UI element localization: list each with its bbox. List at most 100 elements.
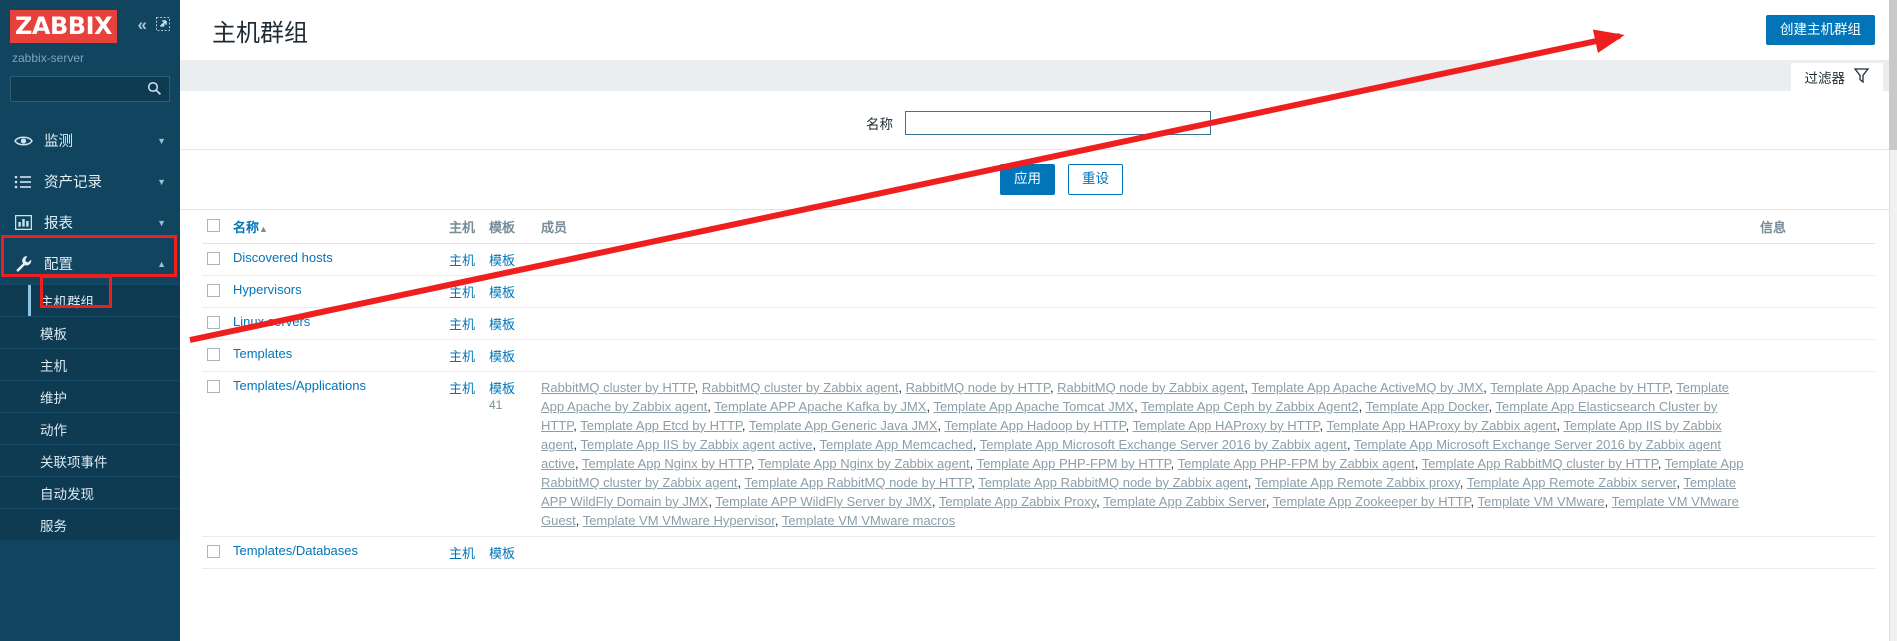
- sidebar-search: [0, 65, 180, 102]
- row-checkbox[interactable]: [207, 251, 220, 265]
- filter-panel: 名称 应用 重设: [180, 91, 1897, 210]
- member-template-link[interactable]: Template App Apache by HTTP: [1490, 380, 1669, 395]
- templates-link[interactable]: 模板: [489, 546, 515, 561]
- member-template-link[interactable]: Template APP Apache Kafka by JMX: [714, 399, 926, 414]
- member-template-link[interactable]: Template App Zabbix Proxy: [939, 494, 1096, 509]
- sidebar-item-maintenance[interactable]: 维护: [0, 380, 180, 412]
- member-template-link[interactable]: Template App Ceph by Zabbix Agent2: [1141, 399, 1359, 414]
- row-checkbox[interactable]: [207, 315, 220, 329]
- host-group-name-link[interactable]: Discovered hosts: [233, 250, 333, 265]
- templates-link[interactable]: 模板: [489, 285, 515, 300]
- info-cell: [1755, 307, 1875, 340]
- member-template-link[interactable]: Template App Microsoft Exchange Server 2…: [980, 437, 1347, 452]
- hosts-link[interactable]: 主机: [449, 253, 475, 268]
- member-template-link[interactable]: Template App Apache ActiveMQ by JMX: [1251, 380, 1483, 395]
- host-group-name-link[interactable]: Hypervisors: [233, 282, 302, 297]
- filter-name-label: 名称: [866, 117, 893, 132]
- host-group-name-link[interactable]: Linux servers: [233, 314, 310, 329]
- templates-link[interactable]: 模板: [489, 349, 515, 364]
- templates-link[interactable]: 模板: [489, 317, 515, 332]
- member-template-link[interactable]: Template App Memcached: [820, 437, 973, 452]
- row-checkbox[interactable]: [207, 283, 220, 297]
- sidebar-item-host-groups[interactable]: 主机群组: [0, 284, 180, 316]
- select-all-checkbox[interactable]: [207, 218, 220, 232]
- reset-filter-button[interactable]: 重设: [1068, 164, 1123, 195]
- sidebar-item-actions[interactable]: 动作: [0, 412, 180, 444]
- member-template-link[interactable]: Template App Zookeeper by HTTP: [1273, 494, 1471, 509]
- table-header-row: 名称▲ 主机 模板 成员 信息: [202, 209, 1875, 244]
- vertical-scrollbar[interactable]: [1889, 0, 1897, 641]
- row-checkbox[interactable]: [207, 379, 220, 393]
- row-checkbox[interactable]: [207, 347, 220, 361]
- member-template-link[interactable]: Template App RabbitMQ cluster by HTTP: [1422, 456, 1658, 471]
- apply-filter-button[interactable]: 应用: [1000, 164, 1055, 195]
- sidebar-item-reports[interactable]: 报表 ▼: [0, 202, 180, 243]
- sidebar-item-monitoring[interactable]: 监测 ▼: [0, 120, 180, 161]
- hosts-link[interactable]: 主机: [449, 381, 475, 396]
- member-template-link[interactable]: Template App Nginx by Zabbix agent: [758, 456, 970, 471]
- member-template-link[interactable]: Template App RabbitMQ node by HTTP: [745, 475, 972, 490]
- host-group-name-link[interactable]: Templates/Databases: [233, 543, 358, 558]
- member-template-link[interactable]: RabbitMQ node by Zabbix agent: [1057, 380, 1244, 395]
- info-cell: [1755, 339, 1875, 372]
- member-template-link[interactable]: Template App Hadoop by HTTP: [944, 418, 1125, 433]
- search-icon[interactable]: [147, 81, 162, 99]
- collapse-expand-icon[interactable]: [156, 16, 170, 33]
- member-template-link[interactable]: Template App IIS by Zabbix agent active: [581, 437, 813, 452]
- member-template-link[interactable]: Template App PHP-FPM by HTTP: [977, 456, 1171, 471]
- member-template-link[interactable]: Template App HAProxy by Zabbix agent: [1327, 418, 1557, 433]
- sidebar-item-templates[interactable]: 模板: [0, 316, 180, 348]
- scrollbar-thumb[interactable]: [1889, 0, 1897, 150]
- zabbix-logo[interactable]: ZABBIX: [10, 10, 117, 43]
- hosts-link[interactable]: 主机: [449, 349, 475, 364]
- page-header: 主机群组 创建主机群组: [180, 0, 1897, 60]
- sidebar-item-event-correlation[interactable]: 关联项事件: [0, 444, 180, 476]
- templates-link[interactable]: 模板: [489, 253, 515, 268]
- filter-tab[interactable]: 过滤器: [1790, 63, 1883, 91]
- sidebar-item-label: 服务: [40, 518, 67, 534]
- member-template-link[interactable]: RabbitMQ cluster by Zabbix agent: [702, 380, 899, 395]
- wrench-icon: [12, 255, 34, 273]
- member-template-link[interactable]: Template App PHP-FPM by Zabbix agent: [1178, 456, 1415, 471]
- hosts-link[interactable]: 主机: [449, 317, 475, 332]
- hosts-link[interactable]: 主机: [449, 546, 475, 561]
- host-group-name-link[interactable]: Templates: [233, 346, 292, 361]
- member-template-link[interactable]: Template App Nginx by HTTP: [582, 456, 751, 471]
- member-template-link[interactable]: Template APP WildFly Server by JMX: [715, 494, 932, 509]
- sidebar-item-configuration[interactable]: 配置 ▲: [0, 243, 180, 284]
- member-template-link[interactable]: Template VM VMware: [1478, 494, 1605, 509]
- chevron-double-left-icon[interactable]: «: [138, 16, 147, 33]
- member-template-link[interactable]: Template App Zabbix Server: [1103, 494, 1266, 509]
- host-group-name-link[interactable]: Templates/Applications: [233, 378, 366, 393]
- filter-name-input[interactable]: [905, 111, 1211, 135]
- hosts-cell: 主机: [444, 307, 484, 340]
- create-host-group-button[interactable]: 创建主机群组: [1766, 14, 1875, 46]
- member-template-link[interactable]: RabbitMQ node by HTTP: [906, 380, 1050, 395]
- member-template-link[interactable]: RabbitMQ cluster by HTTP: [541, 380, 695, 395]
- filter-actions: 应用 重设: [226, 150, 1897, 195]
- member-template-link[interactable]: Template App Remote Zabbix proxy: [1255, 475, 1460, 490]
- members-cell: RabbitMQ cluster by HTTP, RabbitMQ clust…: [536, 371, 1755, 537]
- member-template-link[interactable]: Template App Docker: [1366, 399, 1489, 414]
- table-body: Discovered hosts 主机 模板 Hypervisors 主机 模板 Linux…: [202, 243, 1875, 569]
- sidebar-item-discovery[interactable]: 自动发现: [0, 476, 180, 508]
- member-template-link[interactable]: Template App HAProxy by HTTP: [1133, 418, 1320, 433]
- search-input[interactable]: [11, 77, 169, 101]
- sidebar-item-hosts[interactable]: 主机: [0, 348, 180, 380]
- member-template-link[interactable]: Template VM VMware macros: [782, 513, 955, 528]
- info-cell: [1755, 371, 1875, 537]
- member-template-link[interactable]: Template App Apache Tomcat JMX: [933, 399, 1134, 414]
- host-group-name-cell: Hypervisors: [228, 275, 444, 308]
- member-template-link[interactable]: Template App Remote Zabbix server: [1467, 475, 1677, 490]
- member-template-link[interactable]: Template VM VMware Hypervisor: [583, 513, 775, 528]
- hosts-link[interactable]: 主机: [449, 285, 475, 300]
- sidebar-item-inventory[interactable]: 资产记录 ▼: [0, 161, 180, 202]
- member-template-link[interactable]: Template App Generic Java JMX: [749, 418, 938, 433]
- member-template-link[interactable]: Template App RabbitMQ node by Zabbix age…: [978, 475, 1248, 490]
- member-template-link[interactable]: Template App Etcd by HTTP: [580, 418, 742, 433]
- row-select-cell: [202, 307, 228, 340]
- sidebar-item-services[interactable]: 服务: [0, 508, 180, 540]
- templates-link[interactable]: 模板: [489, 381, 515, 396]
- column-header-name[interactable]: 名称▲: [228, 209, 444, 244]
- row-checkbox[interactable]: [207, 544, 220, 558]
